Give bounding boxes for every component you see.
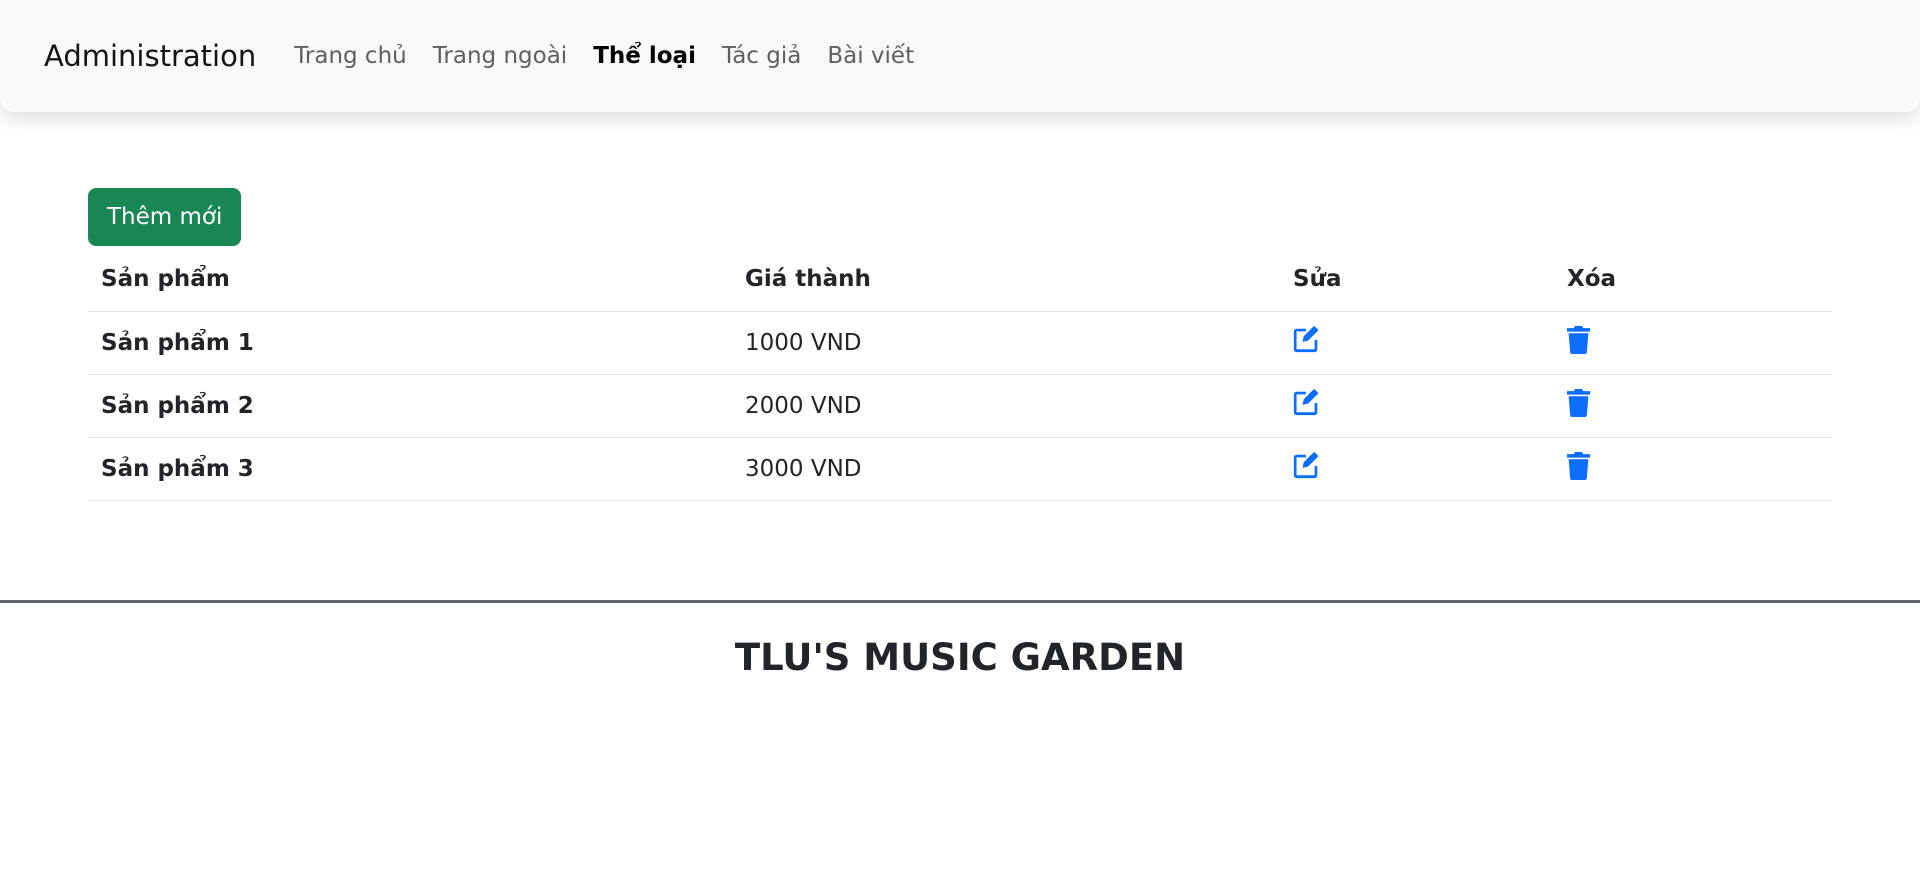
products-table: Sản phẩm Giá thành Sửa Xóa Sản phẩm 1 10… (88, 248, 1832, 501)
product-price: 2000 VND (732, 374, 1280, 438)
nav-link-trang-ngoai[interactable]: Trang ngoài (433, 43, 567, 69)
table-header: Sản phẩm Giá thành Sửa Xóa (88, 248, 1832, 312)
table-row: Sản phẩm 3 3000 VND (88, 437, 1832, 501)
trash-icon[interactable] (1567, 388, 1590, 417)
nav-link-tac-gia[interactable]: Tác giả (722, 43, 801, 69)
nav-link-bai-viet[interactable]: Bài viết (827, 43, 914, 69)
header-delete: Xóa (1554, 248, 1832, 312)
table-header-row: Sản phẩm Giá thành Sửa Xóa (88, 248, 1832, 312)
header-price: Giá thành (732, 248, 1280, 312)
table-row: Sản phẩm 1 1000 VND (88, 311, 1832, 375)
product-name: Sản phẩm 2 (88, 374, 732, 438)
table-body: Sản phẩm 1 1000 VND Sản phẩm 2 2000 VND (88, 311, 1832, 501)
pencil-square-icon[interactable] (1293, 326, 1320, 353)
navbar-brand[interactable]: Administration (44, 39, 256, 73)
delete-cell (1554, 374, 1832, 438)
navbar: Administration Trang chủ Trang ngoài Thể… (0, 0, 1920, 112)
product-price: 1000 VND (732, 311, 1280, 375)
pencil-square-icon[interactable] (1293, 389, 1320, 416)
table-row: Sản phẩm 2 2000 VND (88, 374, 1832, 438)
add-new-button[interactable]: Thêm mới (88, 188, 242, 246)
edit-cell (1280, 374, 1554, 438)
header-edit: Sửa (1280, 248, 1554, 312)
product-name: Sản phẩm 3 (88, 437, 732, 501)
product-name: Sản phẩm 1 (88, 311, 732, 375)
nav-link-trang-chu[interactable]: Trang chủ (294, 43, 407, 69)
product-price: 3000 VND (732, 437, 1280, 501)
nav-link-the-loai[interactable]: Thể loại (593, 43, 696, 69)
pencil-square-icon[interactable] (1293, 452, 1320, 479)
footer-divider (0, 600, 1920, 603)
trash-icon[interactable] (1567, 325, 1590, 354)
nav-links: Trang chủ Trang ngoài Thể loại Tác giả B… (294, 43, 914, 69)
delete-cell (1554, 311, 1832, 375)
footer-title: TLU'S MUSIC GARDEN (734, 636, 1186, 679)
delete-cell (1554, 437, 1832, 501)
edit-cell (1280, 437, 1554, 501)
header-product: Sản phẩm (88, 248, 732, 312)
trash-icon[interactable] (1567, 451, 1590, 480)
edit-cell (1280, 311, 1554, 375)
